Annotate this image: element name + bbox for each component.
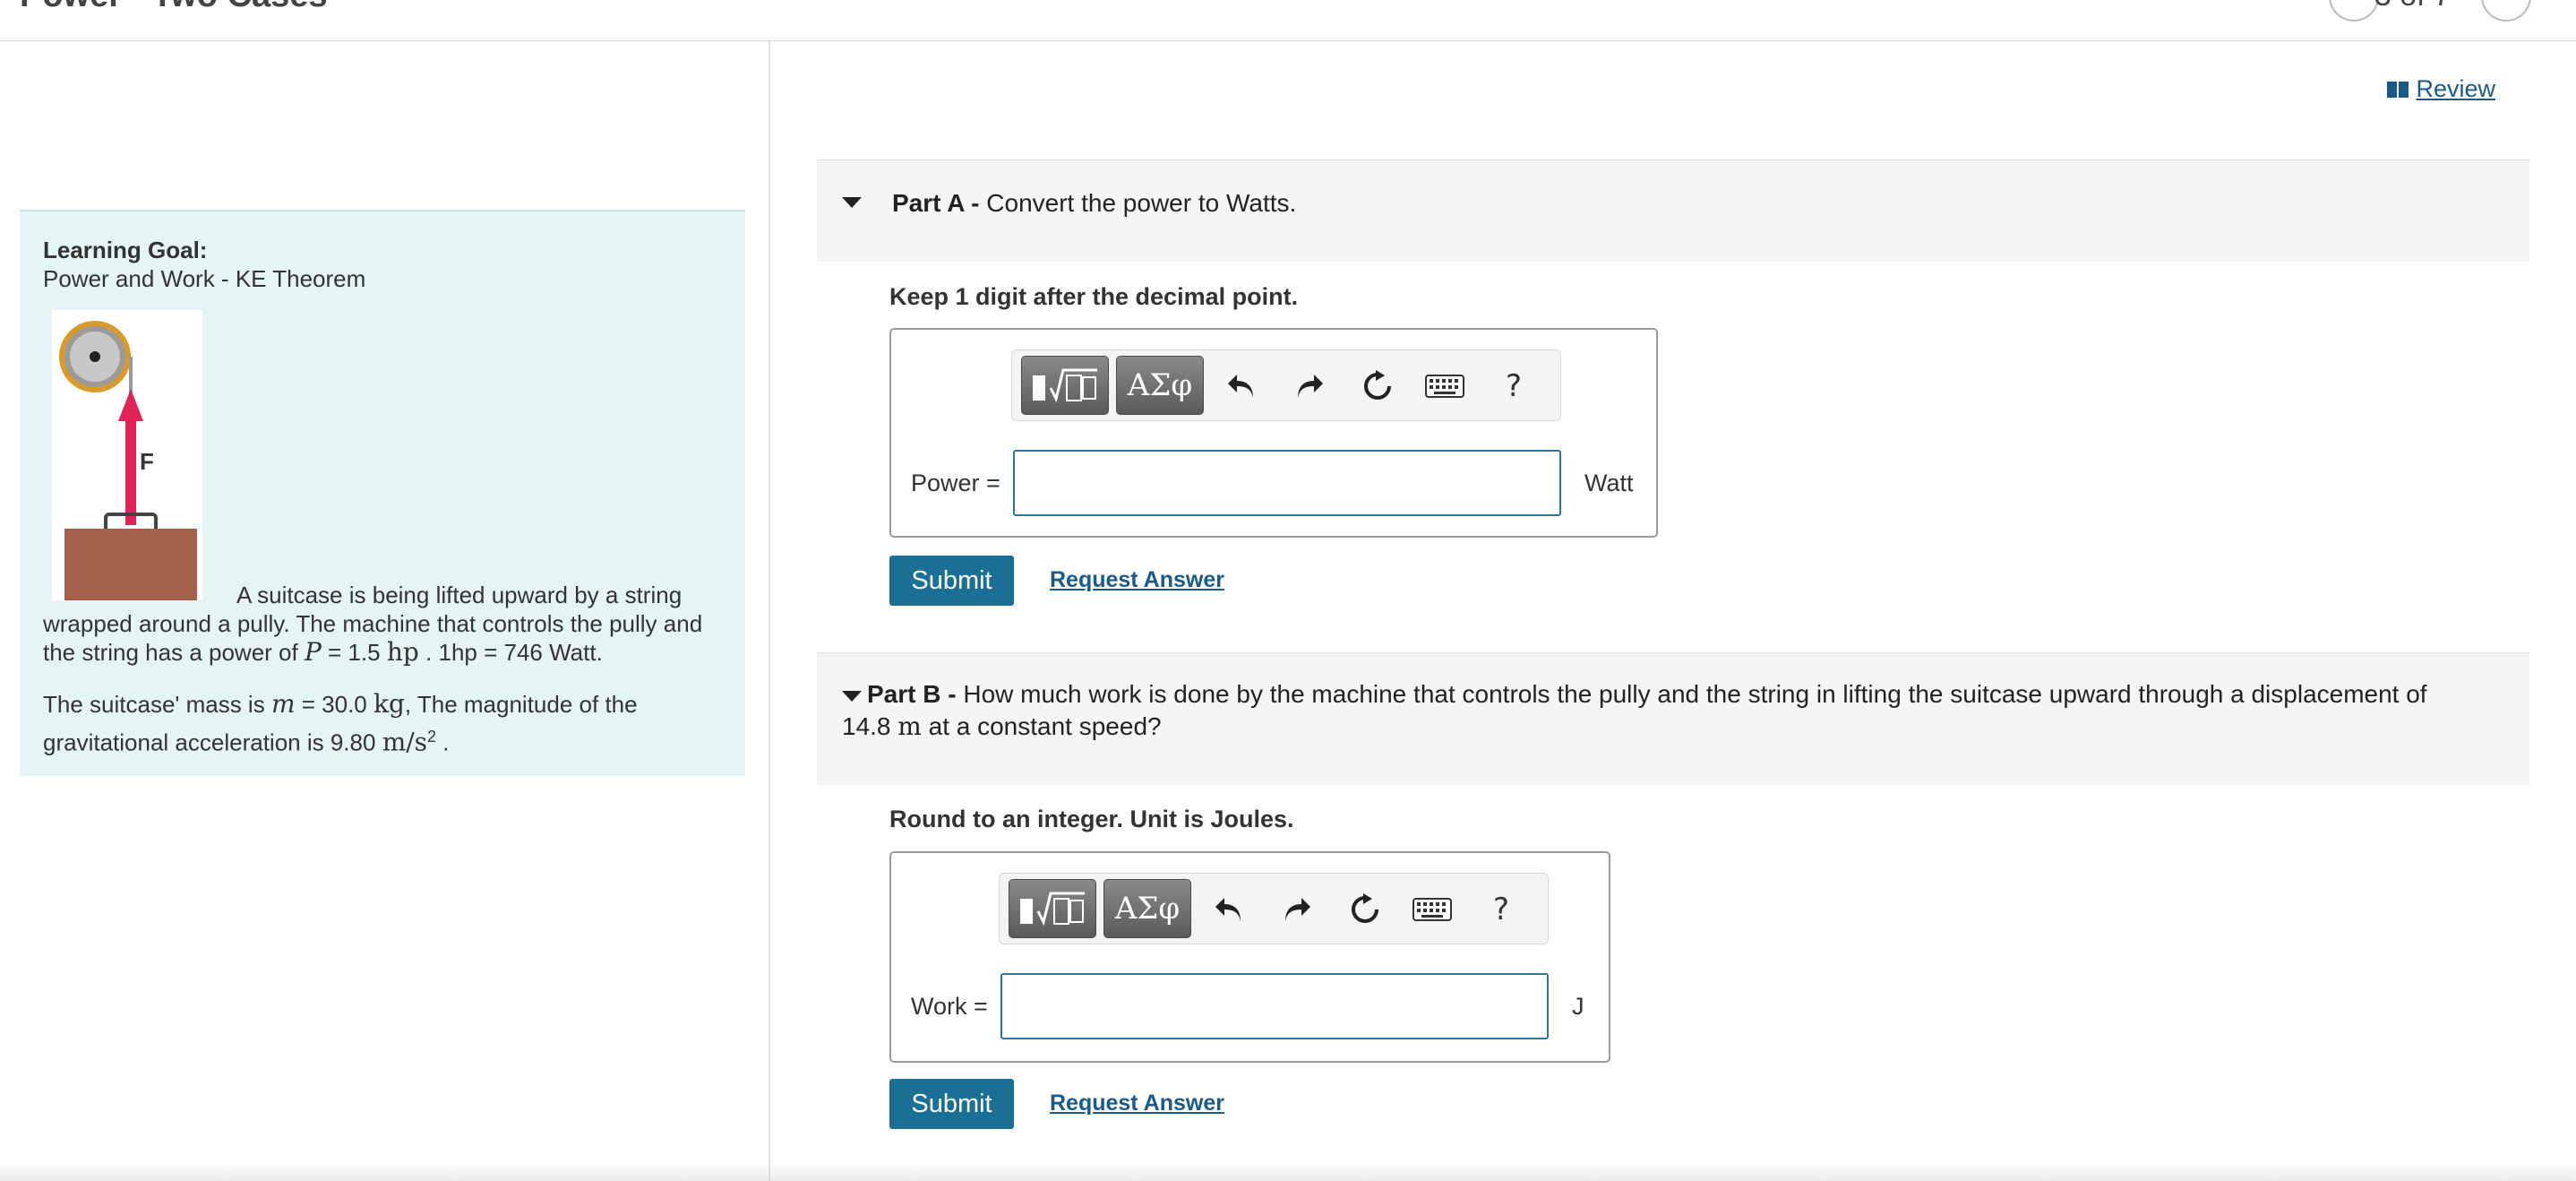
keyboard-icon[interactable] xyxy=(1412,892,1453,927)
part-b-label: Part B - xyxy=(867,680,957,708)
power-input[interactable] xyxy=(1013,450,1561,516)
power-unit-label: Watt xyxy=(1584,470,1634,496)
templates-icon[interactable] xyxy=(1009,879,1096,938)
part-b-header[interactable]: Part B - How much work is done by the ma… xyxy=(817,652,2529,785)
work-input[interactable] xyxy=(1000,973,1549,1039)
greek-letters-icon[interactable]: ΑΣφ xyxy=(1103,879,1191,938)
power-input-label: Power = xyxy=(911,470,1000,496)
keyboard-icon[interactable] xyxy=(1424,368,1465,404)
part-a-math-toolbar: ΑΣφ ? xyxy=(1011,349,1561,421)
undo-icon[interactable] xyxy=(1224,368,1259,404)
assignment-title: Power - Two Cases xyxy=(20,0,328,15)
part-a-instruction: Keep 1 digit after the decimal point. xyxy=(889,283,1299,310)
redo-icon[interactable] xyxy=(1292,368,1327,404)
part-a-request-answer-link[interactable]: Request Answer xyxy=(1050,567,1224,593)
work-unit-label: J xyxy=(1572,993,1584,1020)
undo-icon[interactable] xyxy=(1211,892,1247,927)
part-b-submit-button[interactable]: Submit xyxy=(889,1079,1014,1129)
learning-goal-panel: Learning Goal: Power and Work - KE Theor… xyxy=(20,210,745,776)
part-a-answer-box: ΑΣφ ? Power = Watt xyxy=(889,328,1658,538)
redo-icon[interactable] xyxy=(1279,892,1315,927)
suitcase-pulley-figure: F xyxy=(52,310,202,600)
top-bar: Power - Two Cases 3 of 7 xyxy=(0,0,2576,41)
part-b-math-toolbar: ΑΣφ ? xyxy=(999,873,1549,944)
part-a-header[interactable]: Part A - Convert the power to Watts. xyxy=(817,159,2529,262)
part-b-instruction: Round to an integer. Unit is Joules. xyxy=(889,806,1294,832)
pagination-label: 3 of 7 xyxy=(2374,0,2451,13)
part-b-request-answer-link[interactable]: Request Answer xyxy=(1050,1090,1224,1116)
problem-paragraph-2: The suitcase' mass is m = 30.0 kg, The m… xyxy=(43,689,638,757)
help-icon[interactable]: ? xyxy=(1496,368,1532,404)
part-a-question: Convert the power to Watts. xyxy=(986,189,1297,217)
learning-goal-subtitle: Power and Work - KE Theorem xyxy=(43,265,366,292)
part-a-label: Part A - xyxy=(892,189,980,217)
column-divider xyxy=(769,41,770,1181)
previous-button[interactable] xyxy=(2329,0,2379,22)
greek-letters-icon[interactable]: ΑΣφ xyxy=(1116,356,1204,415)
help-icon[interactable]: ? xyxy=(1483,892,1519,927)
work-input-label: Work = xyxy=(911,993,988,1020)
part-b-answer-box: ΑΣφ ? Work = J xyxy=(889,851,1610,1063)
force-label: F xyxy=(140,448,154,475)
book-icon xyxy=(2387,81,2409,98)
reset-icon[interactable] xyxy=(1360,368,1395,404)
problem-paragraph-1: A suitcase is being lifted upward by a s… xyxy=(43,582,703,667)
part-a-submit-button[interactable]: Submit xyxy=(889,556,1014,606)
review-link[interactable]: Review xyxy=(2387,75,2495,103)
reset-icon[interactable] xyxy=(1347,892,1383,927)
next-button[interactable] xyxy=(2481,0,2531,22)
learning-goal-title: Learning Goal: xyxy=(43,237,208,263)
templates-icon[interactable] xyxy=(1021,356,1109,415)
bottom-shadow xyxy=(0,1161,2576,1181)
